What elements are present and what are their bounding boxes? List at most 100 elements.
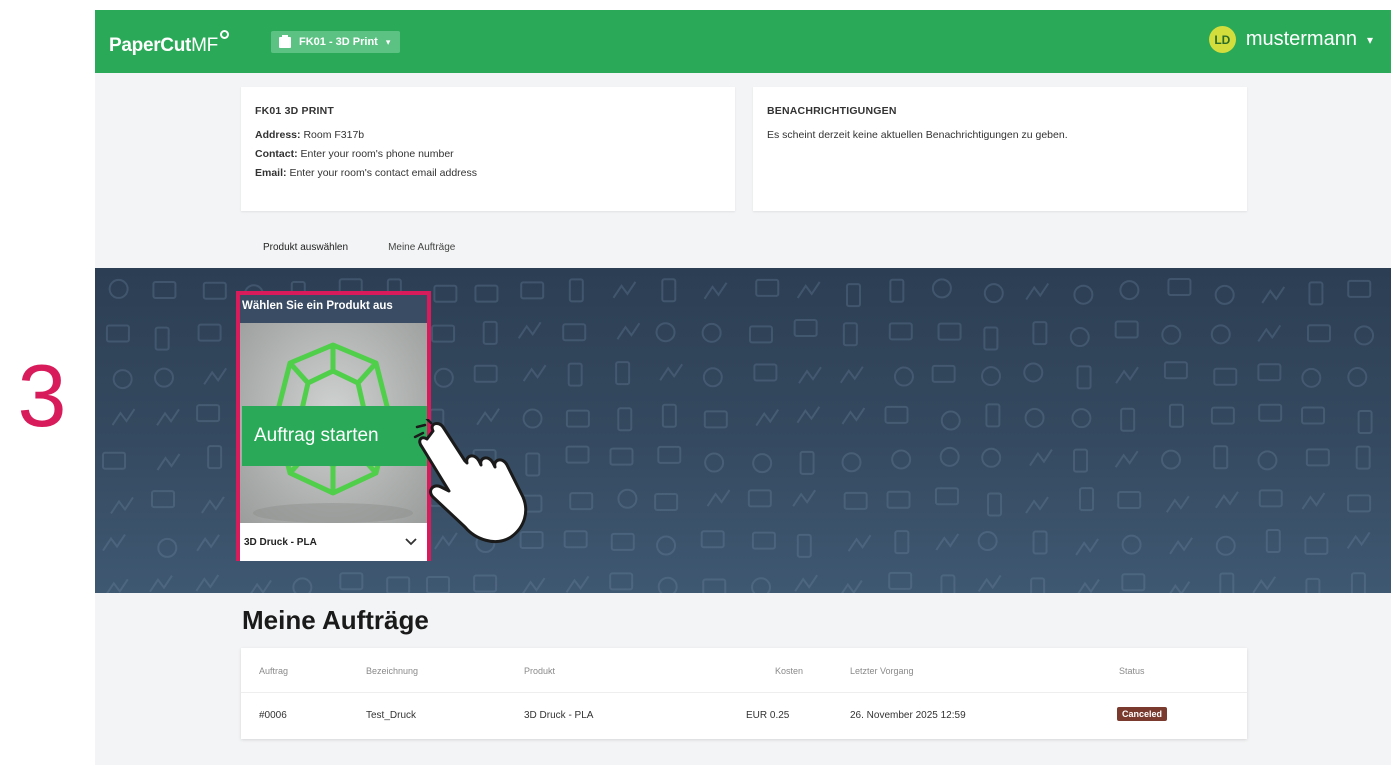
pattern-doodle	[847, 534, 872, 552]
contact-line: Contact: Enter your room's phone number	[255, 148, 454, 160]
pattern-doodle	[796, 406, 821, 424]
pattern-doodle	[661, 403, 677, 428]
pattern-doodle	[935, 533, 960, 551]
pattern-doodle	[703, 410, 728, 429]
device-selector[interactable]: FK01 - 3D Print ▾	[271, 31, 401, 53]
pattern-doodle	[153, 367, 174, 388]
tab-my-jobs[interactable]: Meine Aufträge	[368, 232, 475, 268]
pattern-doodle	[473, 574, 498, 593]
pattern-doodle	[111, 408, 136, 426]
pattern-doodle	[893, 366, 914, 387]
pattern-doodle	[841, 452, 862, 473]
pattern-doodle	[474, 284, 499, 303]
pattern-doodle	[1025, 496, 1049, 514]
pattern-doodle	[106, 578, 129, 593]
pattern-doodle	[609, 572, 634, 591]
pattern-doodle	[702, 367, 723, 388]
pattern-doodle	[888, 322, 913, 341]
pattern-doodle	[250, 579, 272, 593]
pattern-doodle	[977, 574, 1002, 593]
pattern-doodle	[105, 324, 130, 343]
pattern-doodle	[433, 284, 458, 303]
pattern-doodle	[1258, 403, 1283, 422]
product-heading: Wählen Sie ein Produkt aus	[240, 295, 427, 323]
pattern-doodle	[748, 325, 773, 344]
tab-select-product[interactable]: Produkt auswählen	[243, 232, 369, 270]
pattern-doodle	[201, 496, 225, 514]
pattern-doodle	[799, 450, 815, 475]
pattern-doodle	[156, 408, 180, 426]
pattern-doodle	[981, 447, 1002, 468]
pattern-doodle	[565, 409, 590, 428]
pattern-doodle	[615, 361, 631, 386]
col-job: Auftrag	[259, 666, 289, 676]
pattern-doodle	[894, 530, 910, 555]
pattern-doodle	[1305, 577, 1321, 593]
pattern-doodle	[753, 363, 778, 382]
pointing-hand-icon	[413, 419, 528, 543]
tab-bar: Produkt auswählen Meine Aufträge	[243, 232, 475, 270]
pattern-doodle	[151, 490, 176, 509]
product-card[interactable]: Wählen Sie ein Produkt aus Auftrag start…	[236, 291, 431, 561]
col-last-activity: Letzter Vorgang	[850, 666, 914, 676]
address-label: Address:	[255, 129, 301, 141]
product-banner: Wählen Sie ein Produkt aus Auftrag start…	[95, 268, 1391, 593]
pattern-doodle	[567, 362, 583, 387]
pattern-doodle	[482, 320, 498, 345]
pattern-doodle	[1114, 450, 1139, 468]
pattern-doodle	[755, 278, 780, 297]
job-product: 3D Druck - PLA	[524, 710, 594, 721]
jobs-table: Auftrag Bezeichnung Produkt Kosten Letzt…	[241, 648, 1247, 739]
pattern-doodle	[102, 533, 126, 552]
papercut-logo[interactable]: PaperCutMF	[109, 30, 229, 57]
my-jobs-title: Meine Aufträge	[242, 605, 429, 635]
pattern-doodle	[1301, 492, 1326, 510]
pattern-doodle	[563, 530, 588, 549]
pattern-doodle	[1347, 494, 1372, 513]
col-cost: Kosten	[775, 666, 804, 676]
table-row[interactable]: #0006 Test_Druck 3D Druck - PLA EUR 0.25…	[241, 692, 1247, 736]
product-dropdown[interactable]: 3D Druck - PLA	[240, 523, 427, 561]
pattern-doodle	[522, 577, 546, 593]
pattern-doodle	[1167, 278, 1192, 297]
pattern-doodle	[703, 282, 728, 300]
pattern-doodle	[981, 366, 1002, 387]
pattern-doodle	[884, 405, 909, 424]
pattern-doodle	[792, 489, 816, 507]
pattern-doodle	[656, 535, 677, 556]
start-job-button[interactable]: Auftrag starten	[242, 406, 427, 466]
pattern-doodle	[794, 574, 818, 592]
pattern-doodle	[617, 407, 633, 432]
pattern-doodle	[751, 531, 776, 550]
pattern-doodle	[842, 322, 858, 347]
col-product: Produkt	[524, 666, 556, 676]
pattern-doodle	[207, 445, 223, 470]
pattern-doodle	[752, 453, 773, 474]
pattern-doodle	[1071, 408, 1092, 429]
pattern-doodle	[1257, 324, 1282, 342]
pattern-doodle	[520, 281, 545, 300]
pattern-doodle	[1163, 361, 1188, 380]
pattern-doodle	[1214, 284, 1235, 305]
job-last-activity: 26. November 2025 12:59	[850, 710, 966, 721]
user-menu[interactable]: LD mustermann ▾	[1208, 26, 1373, 53]
pattern-doodle	[985, 403, 1001, 428]
pattern-doodle	[983, 283, 1004, 304]
pattern-doodle	[1304, 536, 1329, 555]
pattern-doodle	[1210, 406, 1235, 425]
pattern-doodle	[433, 367, 454, 388]
pattern-doodle	[888, 571, 913, 590]
pattern-doodle	[839, 366, 864, 384]
pattern-doodle	[203, 367, 227, 385]
job-cost: EUR 0.25	[746, 710, 790, 721]
pattern-doodle	[1032, 530, 1048, 555]
pattern-doodle	[522, 364, 547, 382]
contact-label: Contact:	[255, 148, 298, 160]
username: mustermann	[1245, 28, 1357, 50]
pattern-doodle	[1354, 325, 1375, 346]
pattern-doodle	[1257, 450, 1278, 471]
pattern-doodle	[1073, 448, 1089, 473]
pattern-doodle	[1030, 577, 1046, 593]
pattern-doodle	[110, 496, 134, 514]
pattern-doodle	[931, 364, 956, 383]
